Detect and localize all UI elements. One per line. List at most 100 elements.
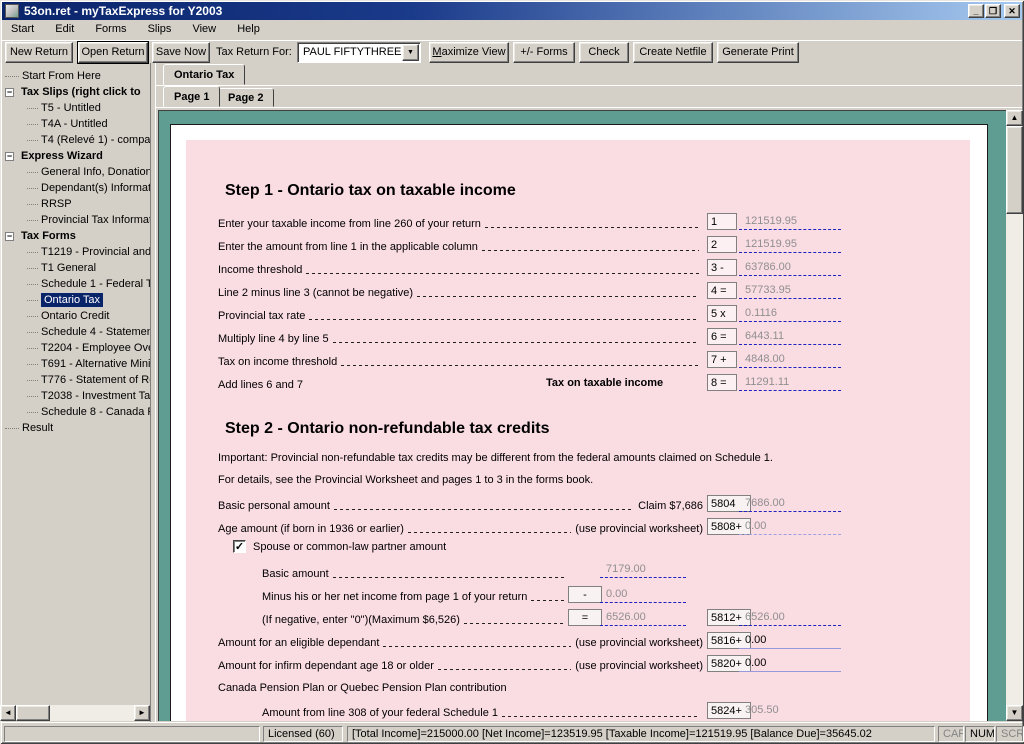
app-icon: [5, 4, 19, 18]
sidebar-item-schedule4[interactable]: Schedule 4 - Statement: [0, 324, 150, 340]
sidebar-item-t5[interactable]: T5 - Untitled: [0, 100, 150, 116]
field-label: Provincial tax rate: [218, 310, 306, 322]
field-label: Basic personal amount: [218, 500, 330, 512]
dash-filler: [484, 222, 699, 228]
cpp-section-label: Canada Pension Plan or Quebec Pension Pl…: [218, 682, 507, 694]
menu-edit[interactable]: Edit: [46, 20, 83, 40]
sidebar-item-t2204[interactable]: T2204 - Employee Over: [0, 340, 150, 356]
hscrollbar-thumb[interactable]: [16, 705, 50, 721]
field-label: Line 2 minus line 3 (cannot be negative): [218, 287, 414, 299]
sidebar-item-start-from-here[interactable]: Start From Here: [0, 68, 150, 84]
sidebar-group-tax-forms[interactable]: − Tax Forms: [0, 228, 150, 244]
field-value: 121519.95: [739, 236, 841, 253]
form-row: Basic personal amount Claim $7,686: [218, 498, 703, 512]
menu-forms[interactable]: Forms: [86, 20, 135, 40]
dash-filler: [332, 572, 564, 578]
save-now-button[interactable]: Save Now: [152, 42, 210, 63]
create-netfile-button[interactable]: Create Netfile: [633, 42, 713, 63]
maximize-view-button[interactable]: Maximize View: [429, 42, 509, 63]
operator-box: =: [568, 609, 602, 626]
scroll-right-icon[interactable]: ►: [134, 705, 150, 721]
field-label: Income threshold: [218, 264, 303, 276]
scroll-up-icon[interactable]: ▲: [1006, 110, 1023, 126]
field-value: 0.1116: [739, 305, 841, 322]
ontario-tax-form: Step 1 - Ontario tax on taxable income E…: [186, 140, 970, 721]
panel-splitter[interactable]: [150, 63, 156, 722]
spouse-amount-checkbox[interactable]: ✓: [233, 540, 246, 553]
form-row: Age amount (if born in 1936 or earlier) (…: [218, 521, 703, 535]
sidebar-item-dependants[interactable]: Dependant(s) Informat: [0, 180, 150, 196]
minimize-button[interactable]: _: [968, 4, 984, 18]
scroll-down-icon[interactable]: ▼: [1006, 705, 1023, 721]
sidebar-item-schedule1[interactable]: Schedule 1 - Federal Ta: [0, 276, 150, 292]
sidebar-item-ontario-credit[interactable]: Ontario Credit: [0, 308, 150, 324]
collapse-icon[interactable]: −: [5, 152, 14, 161]
form-row: Amount for an eligible dependant (use pro…: [218, 635, 703, 649]
dash-filler: [437, 664, 572, 670]
field-label: Tax on income threshold: [218, 356, 338, 368]
field-input[interactable]: 0.00: [739, 655, 841, 672]
dash-filler: [332, 337, 699, 343]
field-value: 0.00: [739, 518, 841, 535]
generate-print-button[interactable]: Generate Print: [717, 42, 799, 63]
tab-ontario-tax[interactable]: Ontario Tax: [163, 64, 246, 85]
field-label: Minus his or her net income from page 1 …: [262, 591, 528, 603]
taxpayer-select[interactable]: PAUL FIFTYTHREE ▼: [297, 42, 421, 63]
form-row: Multiply line 4 by line 5: [218, 331, 703, 345]
field-input[interactable]: 0.00: [739, 632, 841, 649]
tab-page-1[interactable]: Page 1: [163, 86, 221, 107]
line-number-box: 7 +: [707, 351, 737, 368]
collapse-icon[interactable]: −: [5, 88, 14, 97]
menu-help[interactable]: Help: [228, 20, 269, 40]
sidebar-hscrollbar[interactable]: ◄ ►: [0, 705, 150, 721]
dash-filler: [417, 291, 699, 297]
sidebar-item-result[interactable]: Result: [0, 420, 150, 436]
sidebar-item-t1219[interactable]: T1219 - Provincial and T: [0, 244, 150, 260]
sidebar-item-ontario-tax[interactable]: Ontario Tax: [0, 292, 150, 308]
page-tab-divider: [156, 107, 1022, 108]
field-value: 6526.00: [739, 609, 841, 626]
field-value: 57733.95: [739, 282, 841, 299]
menu-view[interactable]: View: [183, 20, 225, 40]
sidebar-item-t2038[interactable]: T2038 - Investment Ta: [0, 388, 150, 404]
sidebar-item-t4[interactable]: T4 (Relevé 1) - compan: [0, 132, 150, 148]
result-label: Tax on taxable income: [546, 377, 664, 389]
form-row: Tax on income threshold: [218, 354, 703, 368]
sidebar-item-schedule8[interactable]: Schedule 8 - Canada Pe: [0, 404, 150, 420]
line-number-box: 2: [707, 236, 737, 253]
open-return-button[interactable]: Open Return: [77, 41, 149, 64]
toolbar: New Return Open Return Save Now Tax Retu…: [2, 40, 1022, 64]
menu-slips[interactable]: Slips: [139, 20, 181, 40]
sidebar-group-tax-slips[interactable]: − Tax Slips (right click to: [0, 84, 150, 100]
close-button[interactable]: ✕: [1004, 4, 1020, 18]
dash-filler: [407, 527, 572, 533]
chevron-down-icon[interactable]: ▼: [402, 44, 419, 61]
field-value: 7686.00: [739, 495, 841, 512]
income-summary: [Total Income]=215000.00 [Net Income]=12…: [347, 726, 935, 742]
field-label: Basic amount: [262, 568, 329, 580]
sidebar-item-t4a[interactable]: T4A - Untitled: [0, 116, 150, 132]
menu-start[interactable]: Start: [2, 20, 43, 40]
sidebar-item-general-info[interactable]: General Info, Donation: [0, 164, 150, 180]
taxpayer-selected-value: PAUL FIFTYTHREE: [303, 46, 402, 58]
sidebar-item-provincial-tax[interactable]: Provincial Tax Informat: [0, 212, 150, 228]
form-vscrollbar[interactable]: ▲ ▼: [1006, 110, 1023, 721]
app-window: 53on.ret - myTaxExpress for Y2003 _ ❐ ✕ …: [0, 0, 1024, 744]
tab-page-2[interactable]: Page 2: [217, 88, 275, 107]
sidebar-item-rrsp[interactable]: RRSP: [0, 196, 150, 212]
form-row: Minus his or her net income from page 1 …: [262, 589, 568, 603]
sidebar-item-t776[interactable]: T776 - Statement of Re: [0, 372, 150, 388]
spouse-amount-label: Spouse or common-law partner amount: [253, 541, 447, 553]
sidebar-item-t691[interactable]: T691 - Alternative Minin: [0, 356, 150, 372]
scroll-left-icon[interactable]: ◄: [0, 705, 16, 721]
check-button[interactable]: Check: [579, 42, 629, 63]
restore-button[interactable]: ❐: [985, 4, 1001, 18]
plus-minus-forms-button[interactable]: +/- Forms: [513, 42, 575, 63]
line-number-box: 6 =: [707, 328, 737, 345]
new-return-button[interactable]: New Return: [5, 42, 73, 63]
form-row: Amount for infirm dependant age 18 or ol…: [218, 658, 703, 672]
sidebar-item-t1-general[interactable]: T1 General: [0, 260, 150, 276]
collapse-icon[interactable]: −: [5, 232, 14, 241]
sidebar-group-express-wizard[interactable]: − Express Wizard: [0, 148, 150, 164]
vscrollbar-thumb[interactable]: [1006, 126, 1023, 214]
